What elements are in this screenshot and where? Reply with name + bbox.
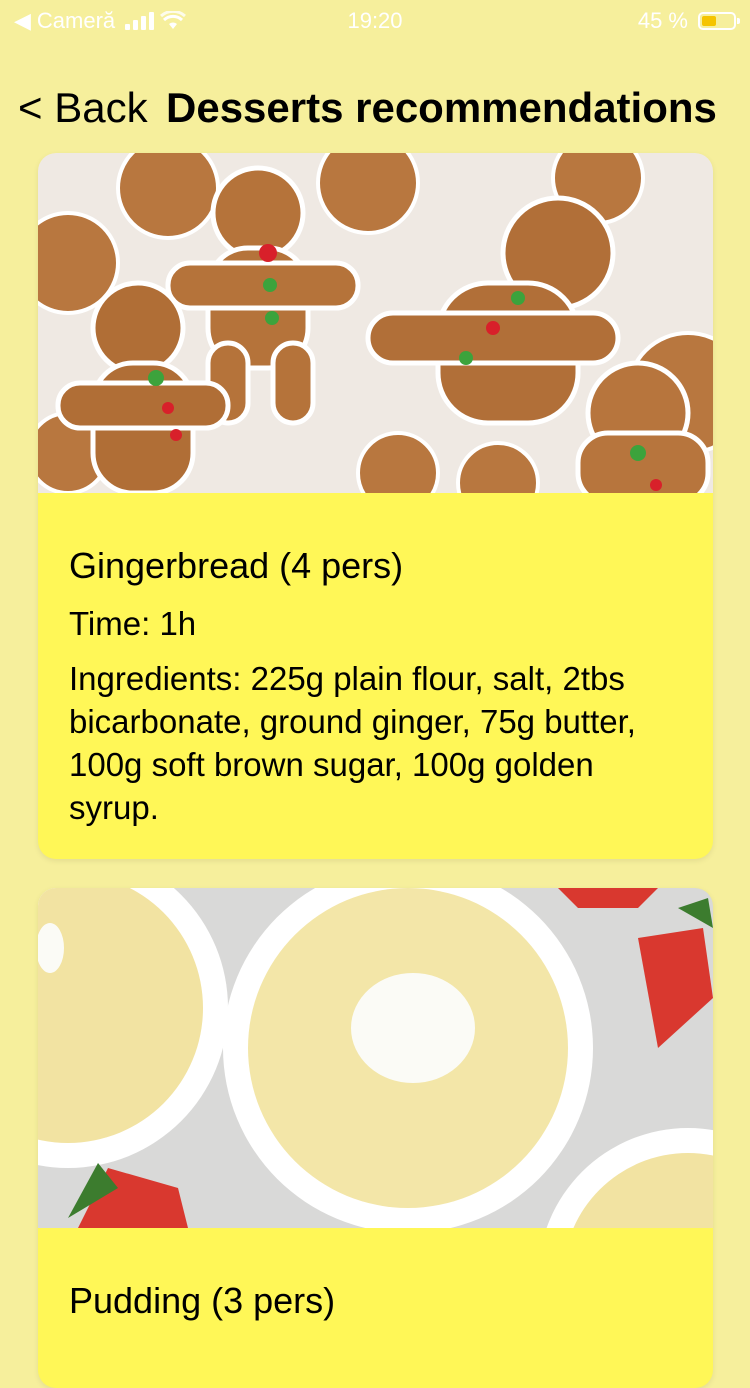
recipe-time: Time: 1h (69, 605, 197, 642)
recipe-card-pudding[interactable]: Pudding (3 pers) (38, 888, 713, 1388)
recipe-card-gingerbread[interactable]: Gingerbread (4 pers) Time: 1h Ingredient… (38, 153, 713, 859)
recipe-card-body: Pudding (3 pers) (38, 1228, 713, 1370)
status-bar: ◀ Cameră 19:20 45 % (0, 0, 750, 40)
page-title: Desserts recommendations (166, 84, 717, 131)
recipe-title: Gingerbread (4 pers) (69, 545, 404, 586)
recipe-title: Pudding (3 pers) (69, 1280, 336, 1321)
gingerbread-photo (38, 153, 713, 493)
battery-icon (698, 12, 740, 30)
battery-fill (702, 16, 716, 26)
recipe-ingredients: Ingredients: 225g plain flour, salt, 2tb… (69, 660, 636, 826)
nav-bar: < Back Desserts recommendations (0, 80, 750, 136)
pudding-photo (38, 888, 713, 1228)
recipe-card-body: Gingerbread (4 pers) Time: 1h Ingredient… (38, 493, 713, 859)
status-right: 45 % (637, 8, 740, 34)
battery-percent: 45 % (637, 8, 688, 33)
back-button[interactable]: < Back (18, 84, 148, 132)
